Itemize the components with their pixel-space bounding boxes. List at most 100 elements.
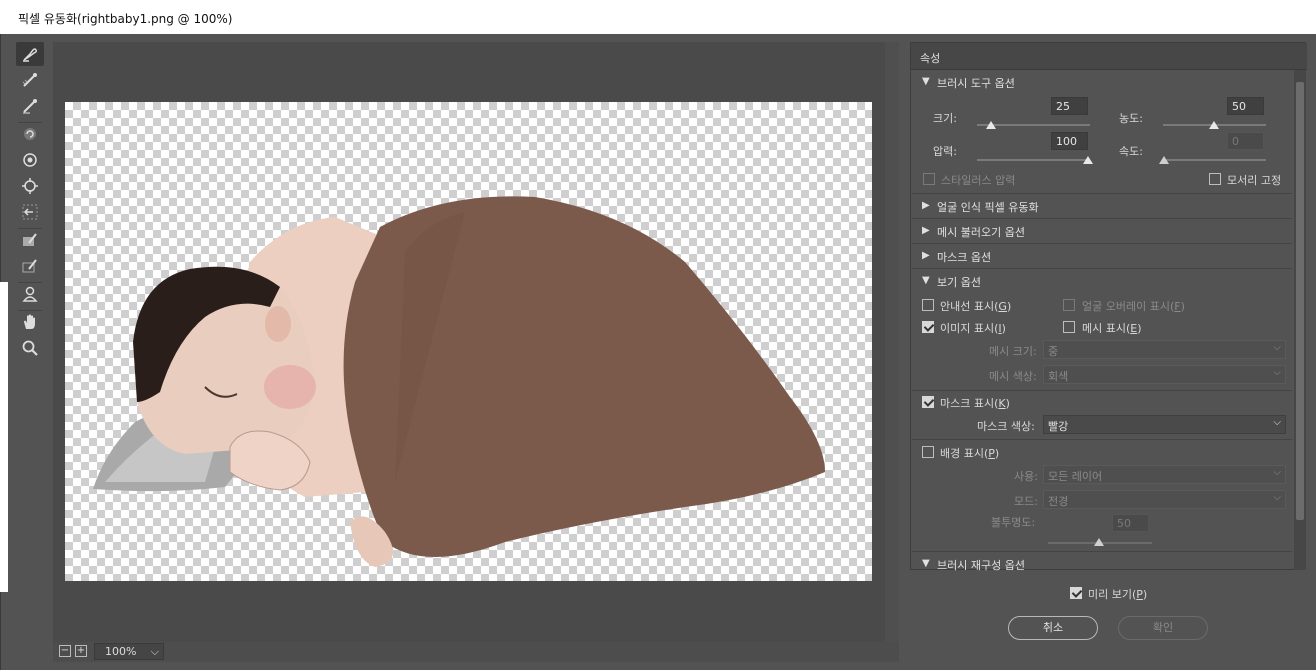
caret-down-icon: ▼ (922, 275, 930, 286)
show-backdrop-checkbox[interactable] (922, 446, 934, 458)
show-guides-checkbox[interactable] (922, 299, 934, 311)
canvas-vertical-scrollbar[interactable] (885, 42, 899, 642)
section-face-aware-liquify[interactable]: ▶ 얼굴 인식 픽셀 유동화 (912, 193, 1292, 218)
mask-color-value: 빨강 (1048, 420, 1069, 433)
pucker-tool-icon[interactable] (16, 148, 44, 172)
rate-input[interactable]: 0 (1227, 132, 1264, 150)
use-select[interactable]: 모든 레이어 ⌵ (1043, 465, 1286, 484)
section-label: 메시 불러오기 옵션 (937, 226, 1025, 239)
pressure-input[interactable]: 100 (1051, 132, 1088, 150)
panel-scrollbar-thumb[interactable] (1296, 82, 1304, 520)
freeze-mask-tool-icon[interactable] (16, 228, 44, 252)
tool-panel (14, 42, 46, 372)
face-tool-icon[interactable] (16, 282, 44, 306)
mesh-size-value: 중 (1048, 345, 1059, 358)
forward-warp-tool-icon[interactable] (16, 42, 44, 66)
size-label: 크기: (933, 112, 957, 125)
section-view-options[interactable]: ▼ 보기 옵션 (912, 268, 1292, 293)
window-titlebar: 픽셀 유동화(rightbaby1.png @ 100%) (0, 0, 1316, 34)
face-overlay-label: 얼굴 오버레이 표시(F) (1082, 300, 1185, 313)
show-backdrop-label: 배경 표시(P) (940, 447, 1000, 460)
preview-label: 미리 보기(P) (1088, 588, 1148, 601)
section-label: 마스크 옵션 (937, 251, 992, 264)
mesh-color-select[interactable]: 회색 ⌵ (1043, 365, 1286, 384)
density-slider-handle[interactable] (1209, 121, 1219, 129)
twirl-tool-icon[interactable] (16, 122, 44, 146)
show-image-checkbox[interactable] (922, 321, 934, 333)
show-mask-label: 마스크 표시(K) (940, 397, 1010, 410)
image-preview[interactable] (65, 102, 872, 581)
rate-label: 속도: (1119, 145, 1143, 158)
section-label: 보기 옵션 (937, 276, 981, 289)
pin-edges-label: 모서리 고정 (1227, 174, 1282, 187)
caret-down-icon: ▼ (922, 76, 930, 87)
reconstruct-tool-icon[interactable] (16, 68, 44, 92)
stylus-pressure-label: 스타일러스 압력 (941, 174, 1016, 187)
density-label: 농도: (1119, 112, 1143, 125)
section-brush-reconstruct-options[interactable]: ▼ 브러시 재구성 옵션 (912, 551, 1292, 572)
cancel-button[interactable]: 취소 (1008, 616, 1098, 640)
show-mesh-checkbox[interactable] (1063, 321, 1075, 333)
mode-select[interactable]: 전경 ⌵ (1043, 490, 1286, 509)
opacity-input[interactable]: 50 (1112, 514, 1149, 532)
mask-color-label: 마스크 색상: (977, 420, 1035, 433)
zoom-tool-icon[interactable] (16, 336, 44, 360)
ok-button[interactable]: 확인 (1118, 616, 1208, 640)
size-input[interactable]: 25 (1051, 97, 1088, 115)
use-value: 모든 레이어 (1048, 470, 1103, 483)
hand-tool-icon[interactable] (16, 310, 44, 334)
chevron-down-icon: ⌵ (1273, 492, 1281, 503)
mesh-color-label: 메시 색상: (989, 370, 1037, 383)
section-brush-tool-options[interactable]: ▼ 브러시 도구 옵션 (912, 70, 1292, 95)
caret-down-icon: ▼ (922, 558, 930, 569)
preview-checkbox[interactable] (1070, 587, 1082, 599)
section-label: 브러시 도구 옵션 (937, 77, 1015, 90)
divider (912, 390, 1292, 391)
size-slider-handle[interactable] (986, 121, 996, 129)
mesh-color-value: 회색 (1048, 370, 1069, 383)
pressure-label: 압력: (933, 145, 957, 158)
show-mesh-label: 메시 표시(E) (1082, 322, 1142, 335)
zoom-value: 100% (105, 645, 137, 658)
zoom-level-select[interactable]: 100% ⌵ (94, 643, 164, 660)
section-load-mesh-options[interactable]: ▶ 메시 불러오기 옵션 (912, 218, 1292, 243)
zoom-in-button[interactable]: + (75, 645, 87, 657)
opacity-label: 불투명도: (991, 516, 1036, 529)
pressure-slider-track[interactable] (977, 159, 1090, 161)
mask-color-select[interactable]: 빨강 ⌵ (1043, 415, 1286, 434)
section-mask-options[interactable]: ▶ 마스크 옵션 (912, 243, 1292, 268)
panel-scrollbar[interactable] (1294, 70, 1306, 570)
section-label: 얼굴 인식 픽셀 유동화 (937, 201, 1039, 214)
mode-label: 모드: (1014, 495, 1038, 508)
caret-right-icon: ▶ (922, 200, 930, 211)
use-label: 사용: (1014, 470, 1038, 483)
panel-title: 속성 (911, 43, 1307, 70)
window-title: 픽셀 유동화(rightbaby1.png @ 100%) (18, 12, 233, 26)
chevron-down-icon: ⌵ (1273, 467, 1281, 478)
rate-slider-handle[interactable] (1159, 156, 1169, 164)
rate-slider-track[interactable] (1163, 159, 1266, 161)
mesh-size-label: 메시 크기: (989, 345, 1037, 358)
chevron-down-icon: ⌵ (1273, 342, 1281, 353)
pressure-slider-handle[interactable] (1083, 156, 1093, 164)
stylus-pressure-checkbox[interactable] (923, 173, 935, 185)
mode-value: 전경 (1048, 495, 1069, 508)
chevron-down-icon: ⌵ (1273, 417, 1281, 428)
chevron-down-icon: ⌵ (150, 645, 159, 658)
smooth-tool-icon[interactable] (16, 94, 44, 118)
zoom-out-button[interactable]: − (59, 645, 71, 657)
density-input[interactable]: 50 (1227, 97, 1264, 115)
divider (912, 439, 1292, 440)
show-mask-checkbox[interactable] (922, 396, 934, 408)
thaw-mask-tool-icon[interactable] (16, 254, 44, 278)
chevron-down-icon: ⌵ (1273, 367, 1281, 378)
sleeping-baby-illustration (93, 196, 825, 567)
section-label: 브러시 재구성 옵션 (937, 559, 1025, 572)
caret-right-icon: ▶ (922, 250, 930, 261)
opacity-slider-handle[interactable] (1094, 538, 1104, 546)
face-overlay-checkbox[interactable] (1063, 299, 1075, 311)
bloat-tool-icon[interactable] (16, 174, 44, 198)
pin-edges-checkbox[interactable] (1209, 173, 1221, 185)
mesh-size-select[interactable]: 중 ⌵ (1043, 340, 1286, 359)
push-left-tool-icon[interactable] (16, 200, 44, 224)
